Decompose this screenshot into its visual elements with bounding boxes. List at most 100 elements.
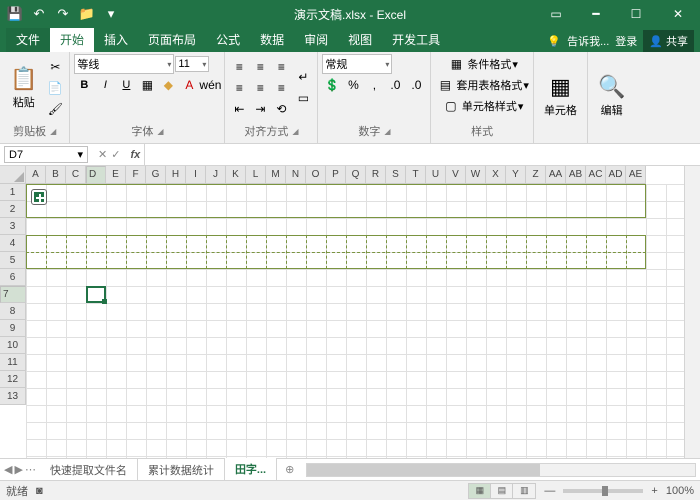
cells-button[interactable]: ▦单元格 — [538, 72, 583, 120]
sheet-nav-prev-icon[interactable]: ◀ — [4, 463, 12, 476]
undo-icon[interactable]: ↶ — [28, 3, 50, 25]
tab-insert[interactable]: 插入 — [94, 27, 138, 52]
fill-color-icon[interactable]: ◆ — [158, 75, 178, 95]
sheet-tab[interactable]: 快速提取文件名 — [40, 459, 138, 481]
column-header[interactable]: S — [386, 166, 406, 184]
tell-me[interactable]: 告诉我... — [567, 33, 609, 49]
font-name-select[interactable]: 等线▾ — [74, 54, 174, 74]
column-header[interactable]: B — [46, 166, 66, 184]
tab-file[interactable]: 文件 — [6, 27, 50, 52]
column-header[interactable]: AA — [546, 166, 566, 184]
sheet-tab[interactable]: 累计数据统计 — [138, 459, 225, 481]
cells-area[interactable] — [26, 184, 700, 458]
column-header[interactable]: R — [366, 166, 386, 184]
percent-icon[interactable]: % — [343, 75, 363, 95]
merge-icon[interactable]: ▭ — [293, 88, 313, 108]
column-header[interactable]: Z — [526, 166, 546, 184]
column-header[interactable]: G — [146, 166, 166, 184]
open-icon[interactable]: 📁 — [76, 3, 98, 25]
vertical-scrollbar[interactable] — [684, 166, 700, 458]
column-header[interactable]: F — [126, 166, 146, 184]
comma-icon[interactable]: , — [364, 75, 384, 95]
italic-icon[interactable]: I — [95, 75, 115, 95]
formula-bar[interactable] — [144, 144, 700, 165]
format-painter-icon[interactable]: 🖌 — [45, 99, 65, 119]
column-header[interactable]: L — [246, 166, 266, 184]
align-top-icon[interactable]: ≡ — [229, 57, 249, 77]
font-size-select[interactable]: 11▾ — [175, 56, 209, 72]
conditional-format-button[interactable]: ▦条件格式 ▾ — [446, 54, 518, 74]
horizontal-scrollbar[interactable] — [306, 463, 696, 477]
column-header[interactable]: M — [266, 166, 286, 184]
column-header[interactable]: V — [446, 166, 466, 184]
zoom-slider[interactable] — [563, 489, 643, 493]
bold-icon[interactable]: B — [74, 75, 94, 95]
enter-icon[interactable]: ✓ — [111, 148, 120, 161]
tell-me-icon[interactable]: 💡 — [547, 35, 561, 48]
align-left-icon[interactable]: ≡ — [229, 78, 249, 98]
row-header[interactable]: 8 — [0, 303, 26, 320]
column-header[interactable]: AD — [606, 166, 626, 184]
column-header[interactable]: A — [26, 166, 46, 184]
row-header[interactable]: 2 — [0, 201, 26, 218]
column-header[interactable]: D — [86, 166, 106, 184]
column-header[interactable]: X — [486, 166, 506, 184]
signin-link[interactable]: 登录 — [615, 33, 637, 49]
align-right-icon[interactable]: ≡ — [271, 78, 291, 98]
row-header[interactable]: 6 — [0, 269, 26, 286]
row-header[interactable]: 13 — [0, 388, 26, 405]
phonetic-icon[interactable]: wén — [200, 75, 220, 95]
orientation-icon[interactable]: ⟲ — [271, 99, 291, 119]
indent-dec-icon[interactable]: ⇤ — [229, 99, 249, 119]
sheet-tab[interactable]: 田字... — [225, 458, 277, 482]
sheet-nav-next-icon[interactable]: ▶ — [14, 463, 22, 476]
row-header[interactable]: 12 — [0, 371, 26, 388]
column-header[interactable]: AB — [566, 166, 586, 184]
qat-dropdown-icon[interactable]: ▾ — [100, 3, 122, 25]
currency-icon[interactable]: 💲 — [322, 75, 342, 95]
font-color-icon[interactable]: A — [179, 75, 199, 95]
column-headers[interactable]: ABCDEFGHIJKLMNOPQRSTUVWXYZAAABACADAE — [26, 166, 646, 184]
align-mid-icon[interactable]: ≡ — [250, 57, 270, 77]
clipboard-launcher-icon[interactable]: ◢ — [50, 127, 56, 136]
column-header[interactable]: E — [106, 166, 126, 184]
tab-view[interactable]: 视图 — [338, 27, 382, 52]
column-header[interactable]: N — [286, 166, 306, 184]
border-icon[interactable]: ▦ — [137, 75, 157, 95]
number-format-select[interactable]: 常规▾ — [322, 54, 392, 74]
column-header[interactable]: Y — [506, 166, 526, 184]
column-header[interactable]: W — [466, 166, 486, 184]
column-header[interactable]: J — [206, 166, 226, 184]
page-layout-view-icon[interactable]: ▤ — [491, 484, 513, 498]
normal-view-icon[interactable]: ▦ — [469, 484, 491, 498]
redo-icon[interactable]: ↷ — [52, 3, 74, 25]
sheet-nav-menu-icon[interactable]: ⋯ — [25, 463, 36, 476]
column-header[interactable]: AE — [626, 166, 646, 184]
row-header[interactable]: 1 — [0, 184, 26, 201]
font-launcher-icon[interactable]: ◢ — [157, 127, 163, 136]
row-headers[interactable]: 12345678910111213 — [0, 184, 26, 405]
align-center-icon[interactable]: ≡ — [250, 78, 270, 98]
column-header[interactable]: C — [66, 166, 86, 184]
worksheet-grid[interactable]: ABCDEFGHIJKLMNOPQRSTUVWXYZAAABACADAE 123… — [0, 166, 700, 458]
share-button[interactable]: 👤共享 — [643, 30, 694, 52]
maximize-button[interactable]: ☐ — [616, 0, 656, 28]
cancel-icon[interactable]: ✕ — [98, 148, 107, 161]
page-break-view-icon[interactable]: ▥ — [513, 484, 535, 498]
column-header[interactable]: Q — [346, 166, 366, 184]
align-bot-icon[interactable]: ≡ — [271, 57, 291, 77]
table-format-button[interactable]: ▤套用表格格式 ▾ — [435, 75, 529, 95]
wrap-text-icon[interactable]: ↵ — [293, 67, 313, 87]
column-header[interactable]: P — [326, 166, 346, 184]
tab-formulas[interactable]: 公式 — [206, 27, 250, 52]
tab-layout[interactable]: 页面布局 — [138, 27, 206, 52]
column-header[interactable]: AC — [586, 166, 606, 184]
inc-decimal-icon[interactable]: .0 — [385, 75, 405, 95]
number-launcher-icon[interactable]: ◢ — [384, 127, 390, 136]
underline-icon[interactable]: U — [116, 75, 136, 95]
tab-data[interactable]: 数据 — [250, 27, 294, 52]
fx-icon[interactable]: fx — [126, 149, 144, 161]
column-header[interactable]: K — [226, 166, 246, 184]
column-header[interactable]: U — [426, 166, 446, 184]
column-header[interactable]: O — [306, 166, 326, 184]
